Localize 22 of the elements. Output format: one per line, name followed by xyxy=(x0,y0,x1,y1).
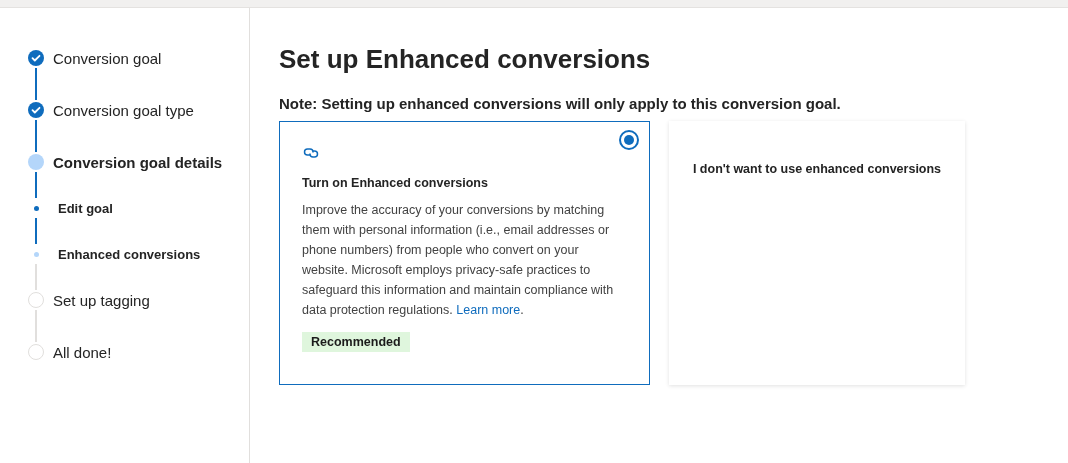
step-connector xyxy=(35,218,37,244)
option-card[interactable] xyxy=(279,121,650,385)
step-connector xyxy=(35,172,37,198)
step-connector xyxy=(35,264,37,290)
step-label: Edit goal xyxy=(58,200,113,216)
step-connector xyxy=(35,68,37,100)
step-connector xyxy=(35,310,37,342)
option-card[interactable]: I don't want to use enhanced conversions xyxy=(669,121,965,385)
step-label: All done! xyxy=(53,343,112,361)
step-connector xyxy=(35,120,37,152)
step-label: Set up tagging xyxy=(53,291,150,309)
step-label: Conversion goal details xyxy=(53,153,223,171)
recommended-badge: Recommended xyxy=(302,332,410,352)
option-title: Turn on Enhanced conversions xyxy=(302,176,489,190)
note-text: Note: Setting up enhanced conversions will only apply to this conversion goal. xyxy=(279,95,842,112)
step-label: Conversion goal type xyxy=(53,101,194,119)
step-label: Conversion goal xyxy=(53,49,162,67)
radio-button[interactable] xyxy=(619,130,639,150)
page-title: Set up Enhanced conversions xyxy=(279,44,652,75)
option-title: I don't want to use enhanced conversions xyxy=(691,162,943,176)
option-description: Improve the accuracy of your conversions by matching them with personal information (i.e., email addresses or phone numbers) from people who convert on your website. Microsoft employs privacy-safe practices to safeguard this information and maintain compliance with data protection regulations. Learn more. xyxy=(302,202,615,319)
step-label: Enhanced conversions xyxy=(58,246,201,262)
